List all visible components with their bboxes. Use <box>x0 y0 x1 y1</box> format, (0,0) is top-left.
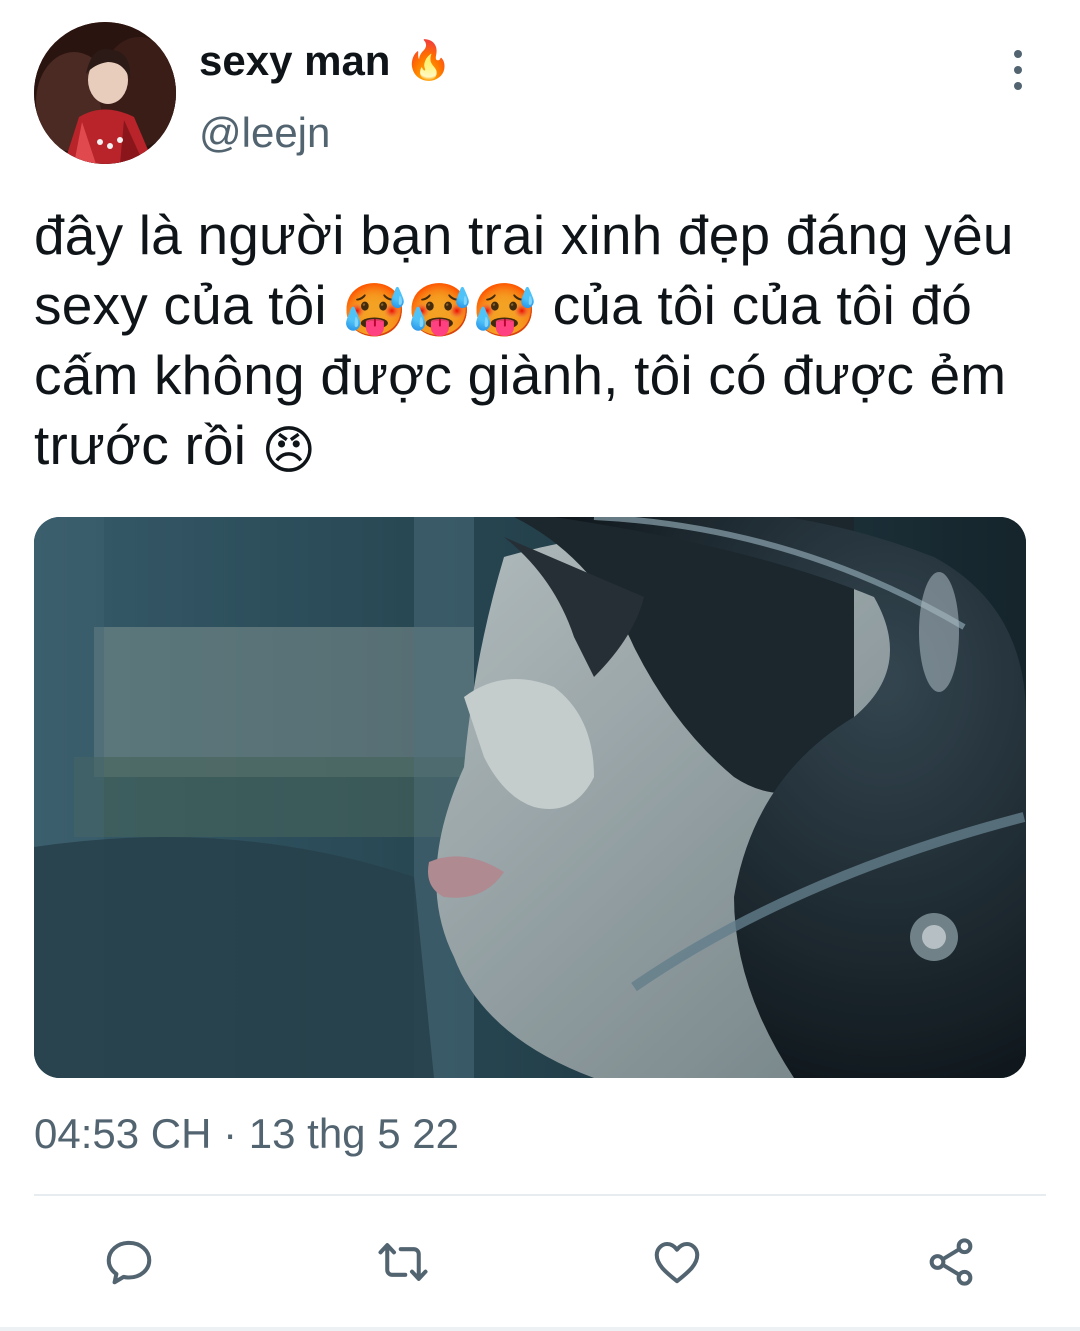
fire-emoji: 🔥 <box>404 40 452 82</box>
retweet-button[interactable] <box>371 1230 435 1294</box>
retweet-icon <box>378 1243 428 1281</box>
hot-face-emoji: 🥵 <box>407 282 473 340</box>
more-vertical-icon[interactable] <box>1006 50 1030 90</box>
hot-face-emoji: 🥵 <box>342 282 408 340</box>
action-bar <box>0 1230 1080 1294</box>
display-name-row[interactable]: sexy man 🔥 <box>199 36 452 86</box>
like-button[interactable] <box>645 1230 709 1294</box>
share-icon <box>929 1238 973 1286</box>
reply-icon <box>106 1240 152 1285</box>
bottom-border <box>0 1327 1080 1331</box>
reply-button[interactable] <box>97 1230 161 1294</box>
tweet-text: đây là người bạn trai xinh đẹp đáng yêu … <box>34 200 1044 480</box>
hot-face-emoji: 🥵 <box>472 282 538 340</box>
tweet-timestamp[interactable]: 04:53 CH · 13 thg 5 22 <box>34 1108 459 1160</box>
angry-face-emoji: 😠 <box>261 422 317 480</box>
more-dot <box>1014 82 1022 90</box>
avatar[interactable] <box>34 22 176 164</box>
tweet-header: sexy man 🔥 @leejn <box>34 22 1046 167</box>
heart-icon <box>654 1241 700 1284</box>
display-name[interactable]: sexy man <box>199 36 390 86</box>
more-dot <box>1014 66 1022 74</box>
media-photo <box>34 517 1026 1078</box>
author-names: sexy man 🔥 @leejn <box>199 36 452 158</box>
user-handle[interactable]: @leejn <box>199 108 452 158</box>
tweet-media-image[interactable] <box>34 517 1026 1078</box>
avatar-image <box>34 22 176 164</box>
more-dot <box>1014 50 1022 58</box>
share-button[interactable] <box>919 1230 983 1294</box>
tweet-card: sexy man 🔥 @leejn đây là người bạn trai … <box>0 0 1080 1331</box>
divider <box>34 1194 1046 1196</box>
